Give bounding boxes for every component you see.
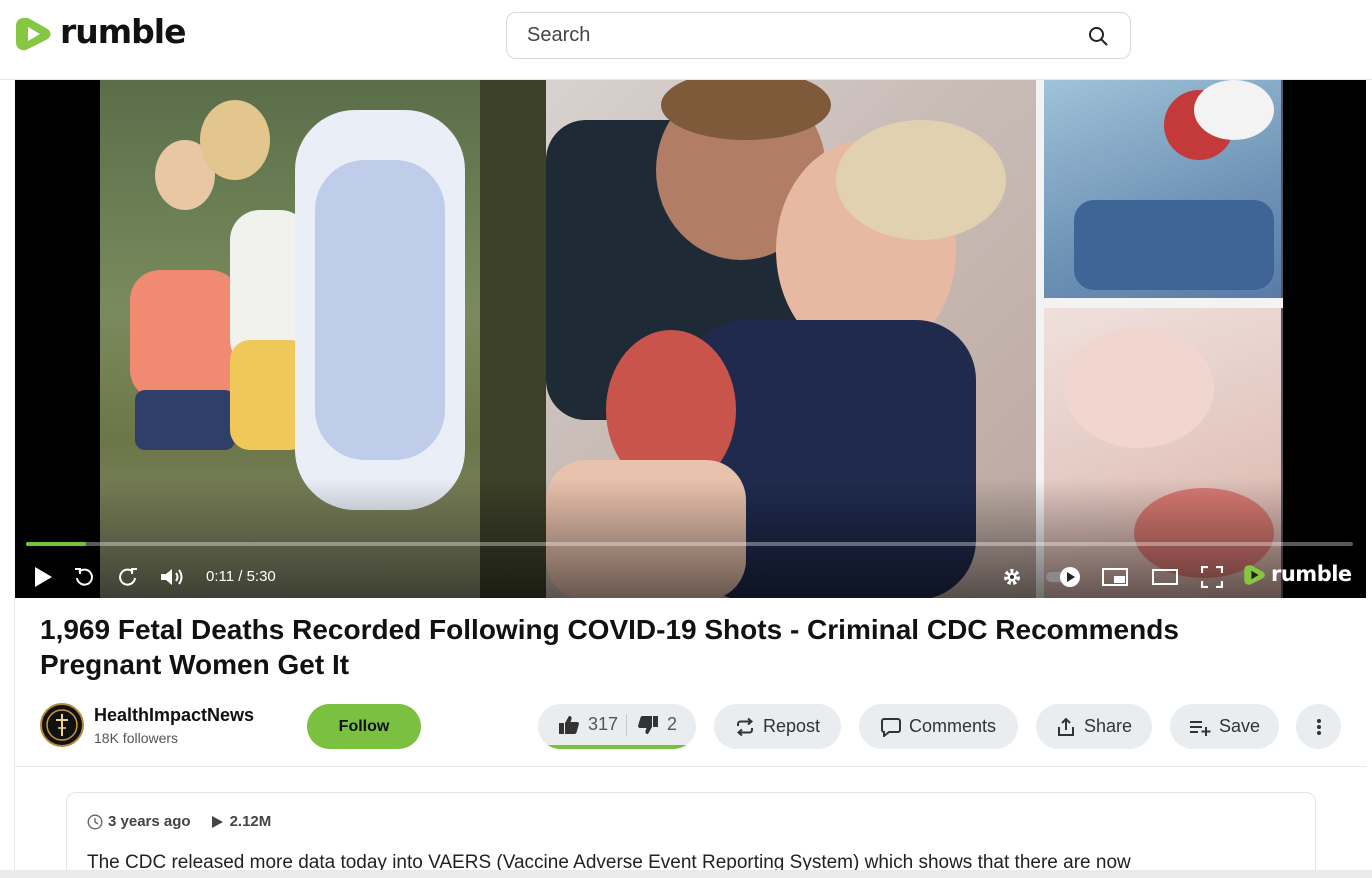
like-count: 317: [588, 714, 619, 734]
repost-label: Repost: [762, 716, 821, 736]
like-button[interactable]: 317: [558, 704, 618, 745]
picture-in-picture-icon: [1102, 568, 1128, 586]
channel-info[interactable]: HealthImpactNews 18K followers: [40, 703, 254, 747]
search-input[interactable]: [527, 24, 1086, 47]
share-button[interactable]: Share: [1036, 704, 1152, 749]
rumble-play-logo-icon: [16, 17, 51, 51]
video-player[interactable]: 0:11 / 5:30 rumble: [15, 80, 1366, 598]
time-display: 0:11 / 5:30: [206, 568, 276, 585]
share-label: Share: [1083, 716, 1133, 736]
channel-text: HealthImpactNews 18K followers: [94, 705, 254, 746]
replay-icon: [75, 568, 93, 586]
comments-button[interactable]: Comments: [859, 704, 1018, 749]
upload-date: 3 years ago: [87, 813, 191, 830]
section-divider: [15, 766, 1366, 767]
save-button[interactable]: Save: [1170, 704, 1279, 749]
playlist-add-icon: [1189, 720, 1211, 736]
player-rumble-logo[interactable]: rumble: [1243, 561, 1352, 587]
more-options-button[interactable]: [1296, 704, 1341, 749]
channel-followers: 18K followers: [94, 729, 179, 746]
search-icon: [1089, 26, 1108, 45]
content-left-border: [14, 598, 15, 878]
miniplayer-button[interactable]: [1101, 560, 1129, 594]
progress-bar[interactable]: [26, 542, 1353, 546]
channel-name[interactable]: HealthImpactNews: [94, 705, 254, 726]
vote-divider: [626, 714, 627, 736]
fullscreen-icon: [1201, 566, 1223, 588]
repost-button[interactable]: Repost: [714, 704, 841, 749]
dislike-button[interactable]: 2: [637, 704, 677, 745]
gear-icon: [1004, 569, 1020, 585]
rumble-play-logo-icon: [1244, 565, 1265, 585]
channel-avatar[interactable]: [40, 703, 84, 747]
search-button[interactable]: [1086, 24, 1110, 48]
volume-button[interactable]: [159, 560, 187, 594]
vote-ratio-fill: [542, 745, 691, 749]
player-controls: 0:11 / 5:30 rumble: [15, 560, 1366, 594]
forward-button[interactable]: [116, 560, 140, 594]
comment-bubble-icon: [880, 717, 901, 737]
vote-buttons: 317 2: [538, 704, 696, 749]
clock-icon: [87, 813, 103, 830]
horizontal-scrollbar[interactable]: [0, 870, 1372, 878]
collage-divider: [1044, 298, 1283, 308]
play-icon: [35, 567, 52, 587]
play-views-icon: [211, 815, 223, 828]
site-header: rumble: [0, 0, 1372, 80]
rewind-button[interactable]: [72, 560, 96, 594]
view-count-text: 2.12M: [229, 813, 272, 830]
autoplay-toggle[interactable]: [1044, 560, 1084, 594]
fullscreen-button[interactable]: [1200, 560, 1224, 594]
thumbs-up-icon: [559, 715, 579, 734]
comments-label: Comments: [908, 716, 997, 736]
more-vertical-icon: [1316, 718, 1321, 735]
description-card[interactable]: 3 years ago 2.12M The CDC released more …: [66, 792, 1316, 878]
logo-wordmark: rumble: [60, 11, 186, 51]
settings-button[interactable]: [1000, 560, 1024, 594]
repost-icon: [736, 717, 754, 736]
share-icon: [1057, 717, 1074, 736]
follow-button[interactable]: Follow: [307, 704, 421, 749]
forward-icon: [119, 568, 137, 586]
autoplay-toggle-icon: [1046, 567, 1080, 587]
theater-mode-icon: [1152, 569, 1178, 585]
play-button[interactable]: [31, 560, 55, 594]
view-count: 2.12M: [209, 813, 272, 830]
video-meta: 3 years ago 2.12M: [87, 813, 289, 830]
thumbs-down-icon: [638, 715, 658, 734]
upload-date-text: 3 years ago: [108, 813, 191, 830]
dislike-count: 2: [667, 714, 678, 734]
rumble-logo[interactable]: rumble: [14, 11, 186, 54]
save-label: Save: [1218, 716, 1261, 736]
vote-ratio-bar: [542, 745, 692, 749]
theater-mode-button[interactable]: [1151, 560, 1179, 594]
search-bar: [506, 12, 1131, 59]
channel-emblem-icon: [46, 709, 78, 741]
volume-icon: [161, 569, 183, 585]
player-logo-wordmark: rumble: [1271, 561, 1352, 586]
video-panel-newborn: [1044, 80, 1281, 298]
video-title: 1,969 Fetal Deaths Recorded Following CO…: [40, 614, 1179, 680]
progress-fill: [26, 542, 86, 546]
